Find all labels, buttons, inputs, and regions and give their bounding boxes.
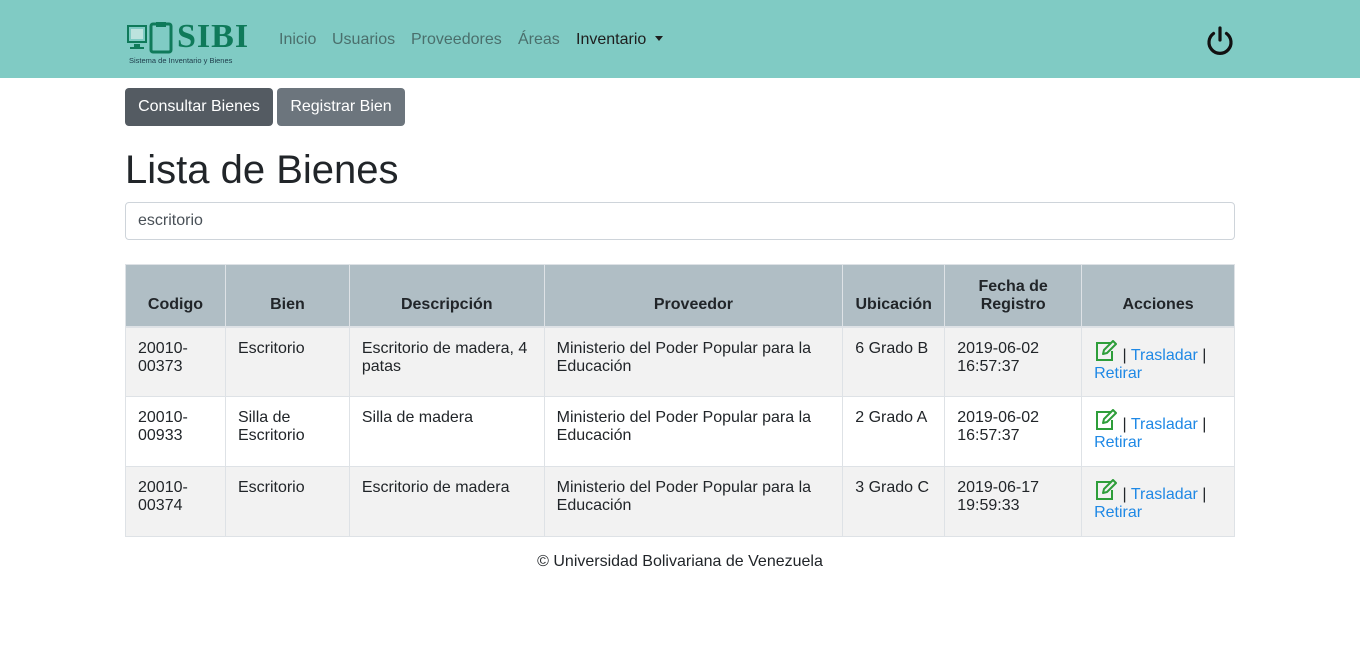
nav-link-areas[interactable]: Áreas — [518, 30, 560, 50]
action-separator: | — [1202, 416, 1207, 433]
action-separator: | — [1122, 346, 1127, 364]
cell-codigo: 20010-00373 — [125, 326, 226, 397]
cell-acciones: | Trasladar | Retirar — [1081, 326, 1235, 397]
column-header: Bien — [224, 264, 350, 328]
brand-logo[interactable]: SIBI Sistema de Inventario y Bienes — [127, 18, 257, 66]
cell-proveedor: Ministerio del Poder Popular para la Edu… — [543, 396, 844, 467]
column-header: Acciones — [1081, 264, 1235, 328]
action-separator: | — [1122, 486, 1127, 503]
cell-descripcion: Escritorio de madera, 4 patas — [348, 326, 545, 397]
nav-link-inicio[interactable]: Inicio — [279, 30, 316, 50]
register-asset-button[interactable]: Registrar Bien — [277, 88, 405, 126]
table-row: 20010-00374 Escritorio Escritorio de mad… — [125, 466, 1235, 537]
cell-bien: Escritorio — [224, 326, 350, 397]
nav-link-proveedores[interactable]: Proveedores — [411, 30, 502, 50]
assets-table: Codigo Bien Descripción Proveedor Ubicac… — [125, 264, 1235, 537]
cell-fecha: 2019-06-02 16:57:37 — [944, 396, 1083, 467]
cell-acciones: | Trasladar | Retirar — [1081, 396, 1235, 467]
retire-link[interactable]: Retirar — [1094, 504, 1142, 521]
cell-fecha: 2019-06-17 19:59:33 — [944, 466, 1083, 537]
footer-copyright: © Universidad Bolivariana de Venezuela — [537, 553, 823, 570]
cell-codigo: 20010-00374 — [125, 466, 226, 537]
nav-dropdown-label: Inventario — [576, 31, 647, 48]
action-separator: | — [1202, 486, 1207, 503]
page-title: Lista de Bienes — [125, 148, 399, 192]
consult-assets-button[interactable]: Consultar Bienes — [125, 88, 273, 126]
navbar: SIBI Sistema de Inventario y Bienes Inic… — [0, 0, 1360, 78]
move-link[interactable]: Trasladar — [1131, 416, 1198, 433]
edit-icon[interactable] — [1094, 339, 1118, 362]
column-header: Proveedor — [543, 264, 844, 328]
retire-link[interactable]: Retirar — [1094, 365, 1142, 382]
cell-proveedor: Ministerio del Poder Popular para la Edu… — [543, 326, 844, 397]
power-icon[interactable] — [1203, 24, 1237, 58]
cell-codigo: 20010-00933 — [125, 396, 226, 467]
cell-ubicacion: 6 Grado B — [842, 326, 946, 397]
cell-bien: Escritorio — [224, 466, 350, 537]
nav-dropdown-inventario[interactable]: Inventario — [576, 30, 664, 50]
brand-tagline: Sistema de Inventario y Bienes — [129, 56, 233, 65]
column-header: Fecha de Registro — [944, 264, 1083, 328]
edit-icon[interactable] — [1094, 409, 1118, 431]
column-header: Ubicación — [842, 264, 946, 328]
nav-link-usuarios[interactable]: Usuarios — [332, 30, 395, 50]
move-link[interactable]: Trasladar — [1131, 486, 1198, 503]
cell-fecha: 2019-06-02 16:57:37 — [944, 326, 1083, 397]
cell-descripcion: Silla de madera — [348, 396, 545, 467]
retire-link[interactable]: Retirar — [1094, 434, 1142, 451]
caret-down-icon — [655, 36, 664, 41]
brand-name: SIBI — [177, 18, 250, 55]
table-row: 20010-00373 Escritorio Escritorio de mad… — [125, 326, 1235, 397]
cell-ubicacion: 3 Grado C — [842, 466, 946, 537]
column-header: Descripción — [348, 264, 545, 328]
move-link[interactable]: Trasladar — [1131, 347, 1198, 364]
clipboard-monitor-logo-icon — [127, 22, 173, 54]
cell-bien: Silla de Escritorio — [224, 396, 350, 467]
search-input[interactable] — [125, 202, 1235, 240]
cell-ubicacion: 2 Grado A — [842, 396, 946, 467]
cell-descripcion: Escritorio de madera — [348, 466, 545, 537]
table-header-row: Codigo Bien Descripción Proveedor Ubicac… — [125, 264, 1235, 328]
table-row: 20010-00933 Silla de Escritorio Silla de… — [125, 396, 1235, 467]
edit-icon[interactable] — [1094, 479, 1118, 501]
cell-acciones: | Trasladar | Retirar — [1081, 466, 1235, 537]
action-separator: | — [1122, 416, 1127, 433]
action-separator: | — [1202, 346, 1207, 364]
cell-proveedor: Ministerio del Poder Popular para la Edu… — [543, 466, 844, 537]
column-header: Codigo — [125, 264, 226, 328]
